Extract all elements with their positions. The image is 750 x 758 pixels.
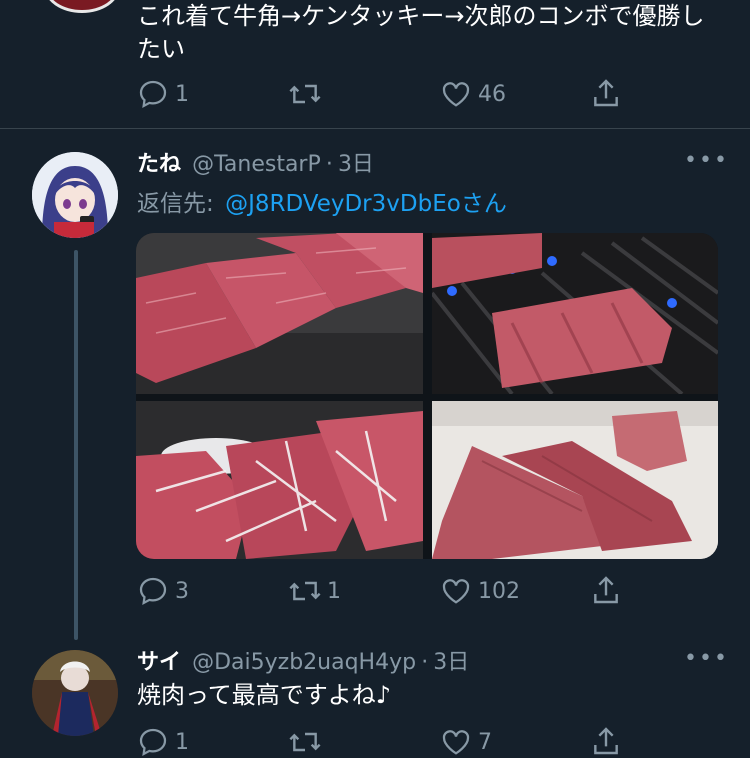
anime-avatar-image (32, 152, 118, 238)
retweet-arrows-icon (289, 732, 321, 752)
avatar-tane[interactable] (32, 152, 118, 238)
share-button[interactable] (590, 573, 622, 607)
photo-beef-grill[interactable] (432, 233, 718, 394)
heart-icon (442, 82, 470, 107)
like-count: 7 (478, 729, 492, 755)
more-dots-icon[interactable]: ••• (684, 148, 729, 173)
share-upload-icon (594, 727, 618, 755)
share-upload-icon (594, 79, 618, 107)
more-dots-icon[interactable]: ••• (684, 646, 729, 671)
retweet-button[interactable] (287, 726, 323, 758)
tweet-time[interactable]: 3日 (338, 152, 374, 177)
display-name[interactable]: たね (137, 152, 181, 177)
share-button[interactable] (590, 76, 622, 110)
tweet-header-main: たね @TanestarP · 3日 (137, 146, 374, 178)
reply-button[interactable]: 1 (137, 78, 189, 110)
thread-line (74, 250, 78, 640)
photo-beef-tongue[interactable] (432, 401, 718, 559)
reply-to-line: 返信先: @J8RDVeyDr3vDbEoさん (137, 184, 507, 218)
like-count: 102 (478, 578, 520, 604)
share-upload-icon (594, 576, 618, 604)
separator-dot: · (325, 152, 333, 177)
photo-beef-slices[interactable] (136, 233, 423, 394)
speech-bubble-icon (139, 728, 167, 757)
reply-button[interactable]: 3 (137, 575, 189, 607)
tweet-text-prev: これ着て牛角→ケンタッキー→次郎のコンボで優勝し たい (137, 0, 737, 66)
tweet-header-next: サイ @Dai5yzb2uaqH4yp · 3日 (137, 644, 469, 676)
reply-button[interactable]: 1 (137, 726, 189, 758)
user-handle[interactable]: @Dai5yzb2uaqH4yp (192, 650, 416, 675)
photo-beef-onion[interactable] (136, 401, 423, 559)
tweet-time[interactable]: 3日 (433, 650, 469, 675)
character-avatar-image (32, 650, 118, 736)
avatar-prev[interactable] (44, 0, 120, 13)
like-button[interactable]: 7 (440, 726, 492, 758)
separator-dot: · (421, 650, 429, 675)
tweet-divider (0, 128, 750, 129)
heart-icon (442, 579, 470, 604)
beef-onion-image (136, 401, 423, 559)
retweet-count: 1 (327, 578, 341, 604)
reply-count: 3 (175, 578, 189, 604)
retweet-button[interactable]: 1 (287, 575, 341, 607)
like-count: 46 (478, 81, 506, 107)
retweet-button[interactable] (287, 78, 323, 110)
tweet-text-line: たい (137, 35, 185, 63)
share-button[interactable] (590, 724, 622, 758)
reply-to-label: 返信先: (137, 191, 214, 217)
photo-grid (136, 233, 718, 559)
speech-bubble-icon (139, 80, 167, 109)
like-button[interactable]: 102 (440, 575, 520, 607)
reply-to-handle[interactable]: @J8RDVeyDr3vDbEo (225, 191, 461, 217)
beef-grill-image (432, 233, 718, 394)
like-button[interactable]: 46 (440, 78, 506, 110)
user-handle[interactable]: @TanestarP (192, 152, 321, 177)
beef-slices-image (136, 233, 423, 394)
reply-count: 1 (175, 81, 189, 107)
retweet-arrows-icon (289, 581, 321, 601)
avatar-sai[interactable] (32, 650, 118, 736)
reply-count: 1 (175, 729, 189, 755)
tweet-text-next: 焼肉って最高ですよね♪ (137, 681, 392, 709)
reply-to-suffix: さん (460, 191, 507, 217)
heart-icon (442, 730, 470, 755)
beef-tongue-image (432, 401, 718, 559)
speech-bubble-icon (139, 577, 167, 606)
retweet-arrows-icon (289, 84, 321, 104)
display-name[interactable]: サイ (137, 650, 181, 675)
tweet-text-line: これ着て牛角→ケンタッキー→次郎のコンボで優勝し (137, 2, 705, 30)
